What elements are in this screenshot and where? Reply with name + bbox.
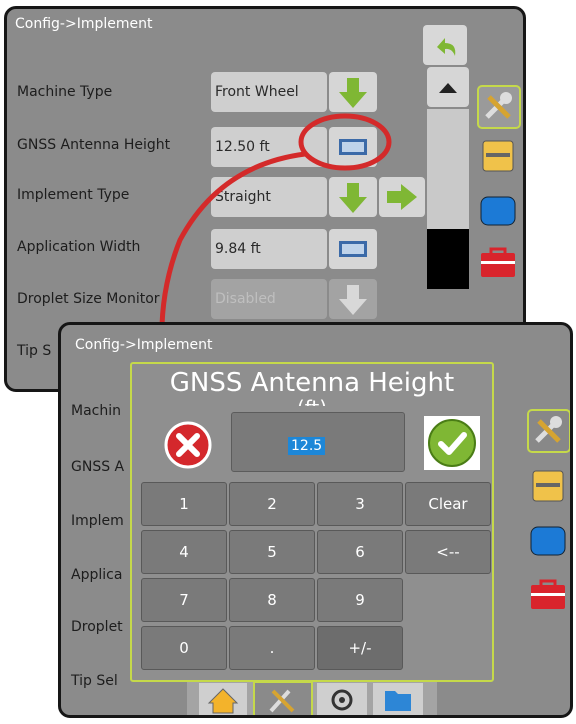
key-4[interactable]: 4 <box>141 530 227 574</box>
back-button[interactable] <box>423 25 467 65</box>
guidance-button[interactable] <box>317 683 367 715</box>
label-partial: Droplet <box>71 619 123 635</box>
label-machine-type: Machine Type <box>17 84 113 100</box>
tools-tab[interactable] <box>477 85 521 129</box>
wrench-screwdriver-icon <box>485 92 512 119</box>
annotation-arrow <box>159 113 392 346</box>
label-partial: Implem <box>71 513 124 529</box>
key-8[interactable]: 8 <box>229 578 315 622</box>
folder-icon <box>385 691 411 711</box>
value-text: 12.5 <box>288 437 326 455</box>
tools-tab[interactable] <box>527 409 570 453</box>
key-5[interactable]: 5 <box>229 530 315 574</box>
bottom-nav-bar <box>187 681 437 715</box>
page-title: Config->Implement <box>75 337 213 353</box>
value-display[interactable]: 12.5 <box>231 412 405 472</box>
toolbox-icon <box>531 579 565 609</box>
key-9[interactable]: 9 <box>317 578 403 622</box>
config-nav-button[interactable] <box>253 681 313 715</box>
key-backspace[interactable]: <-- <box>405 530 491 574</box>
target-icon <box>331 689 353 711</box>
display-tab[interactable] <box>527 521 570 565</box>
key-plus-minus[interactable]: +/- <box>317 626 403 670</box>
console-icon <box>532 470 564 502</box>
key-3[interactable]: 3 <box>317 482 403 526</box>
home-button[interactable] <box>199 683 247 715</box>
back-arrow-icon <box>437 38 456 56</box>
wrench-screwdriver-icon <box>535 416 562 443</box>
key-clear[interactable]: Clear <box>405 482 491 526</box>
triangle-up-icon <box>439 83 457 93</box>
tools-box-tab[interactable] <box>527 575 570 619</box>
key-1[interactable]: 1 <box>141 482 227 526</box>
label-implement-type: Implement Type <box>17 187 130 203</box>
cancel-x-icon <box>164 421 212 469</box>
page-title: Config->Implement <box>15 16 153 32</box>
key-2[interactable]: 2 <box>229 482 315 526</box>
key-7[interactable]: 7 <box>141 578 227 622</box>
accept-button[interactable] <box>424 416 480 470</box>
label-partial: Tip Sel <box>71 673 118 689</box>
console-tab[interactable] <box>477 133 521 177</box>
label-partial: GNSS A <box>71 459 125 475</box>
label-tip-selection-partial: Tip S <box>17 343 52 359</box>
cancel-button[interactable] <box>163 420 213 470</box>
console-tab[interactable] <box>527 465 570 509</box>
dialog-unit-partial: (ft) <box>132 394 492 406</box>
display-tab[interactable] <box>477 191 521 235</box>
scrollbar-track[interactable] <box>427 109 469 229</box>
numeric-keypad-dialog: GNSS Antenna Height (ft) 12.5 1 2 3 Clea… <box>130 362 494 682</box>
label-application-width: Application Width <box>17 239 141 255</box>
key-6[interactable]: 6 <box>317 530 403 574</box>
display-icon <box>530 526 566 556</box>
label-droplet-size-monitor: Droplet Size Monitor <box>17 291 160 307</box>
key-decimal[interactable]: . <box>229 626 315 670</box>
display-icon <box>480 196 516 226</box>
label-partial: Applica <box>71 567 123 583</box>
console-icon <box>482 140 514 172</box>
scroll-up-button[interactable] <box>427 67 469 107</box>
wrench-screwdriver-icon <box>269 689 295 713</box>
label-partial: Machin <box>71 403 121 419</box>
checkmark-icon <box>428 419 476 467</box>
jobs-button[interactable] <box>373 683 423 715</box>
tools-box-tab[interactable] <box>477 243 521 287</box>
scrollbar-thumb[interactable] <box>427 229 469 289</box>
toolbox-icon <box>481 247 515 277</box>
key-0[interactable]: 0 <box>141 626 227 670</box>
home-icon <box>207 688 239 714</box>
